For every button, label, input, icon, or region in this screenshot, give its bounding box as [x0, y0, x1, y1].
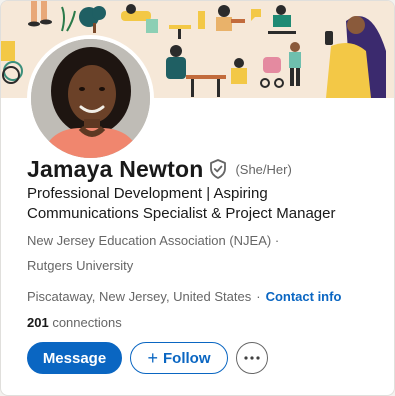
connections-row[interactable]: 201 connections — [27, 315, 122, 330]
message-button-label: Message — [42, 349, 107, 367]
education-item-njea[interactable]: New Jersey Education Association (NJEA) … — [27, 233, 279, 248]
profile-name: Jamaya Newton — [27, 155, 204, 182]
contact-info-link[interactable]: Contact info — [266, 289, 342, 304]
verified-shield-icon[interactable] — [209, 159, 227, 179]
profile-headline: Professional Development | Aspiring Comm… — [27, 185, 336, 222]
connections-count: 201 — [27, 315, 49, 330]
more-actions-button[interactable] — [236, 342, 268, 374]
avatar-image — [31, 39, 150, 158]
education-item-rutgers[interactable]: Rutgers University — [27, 258, 133, 273]
separator-dot: · — [256, 289, 261, 304]
location-row: Piscataway, New Jersey, United States · … — [27, 289, 341, 304]
pronouns-label: (She/Her) — [235, 161, 292, 177]
profile-photo[interactable] — [31, 39, 150, 158]
connections-label: connections — [52, 315, 122, 330]
name-row: Jamaya Newton (She/Her) — [27, 154, 292, 184]
message-button[interactable]: Message — [27, 342, 122, 374]
profile-card: Jamaya Newton (She/Her) Professional Dev… — [0, 0, 395, 396]
profile-photo-frame[interactable] — [27, 35, 154, 162]
more-horizontal-icon — [244, 356, 260, 360]
location-text: Piscataway, New Jersey, United States — [27, 289, 252, 304]
follow-button-label: Follow — [163, 349, 211, 367]
follow-button[interactable]: + Follow — [130, 342, 228, 374]
plus-icon: + — [147, 348, 158, 368]
